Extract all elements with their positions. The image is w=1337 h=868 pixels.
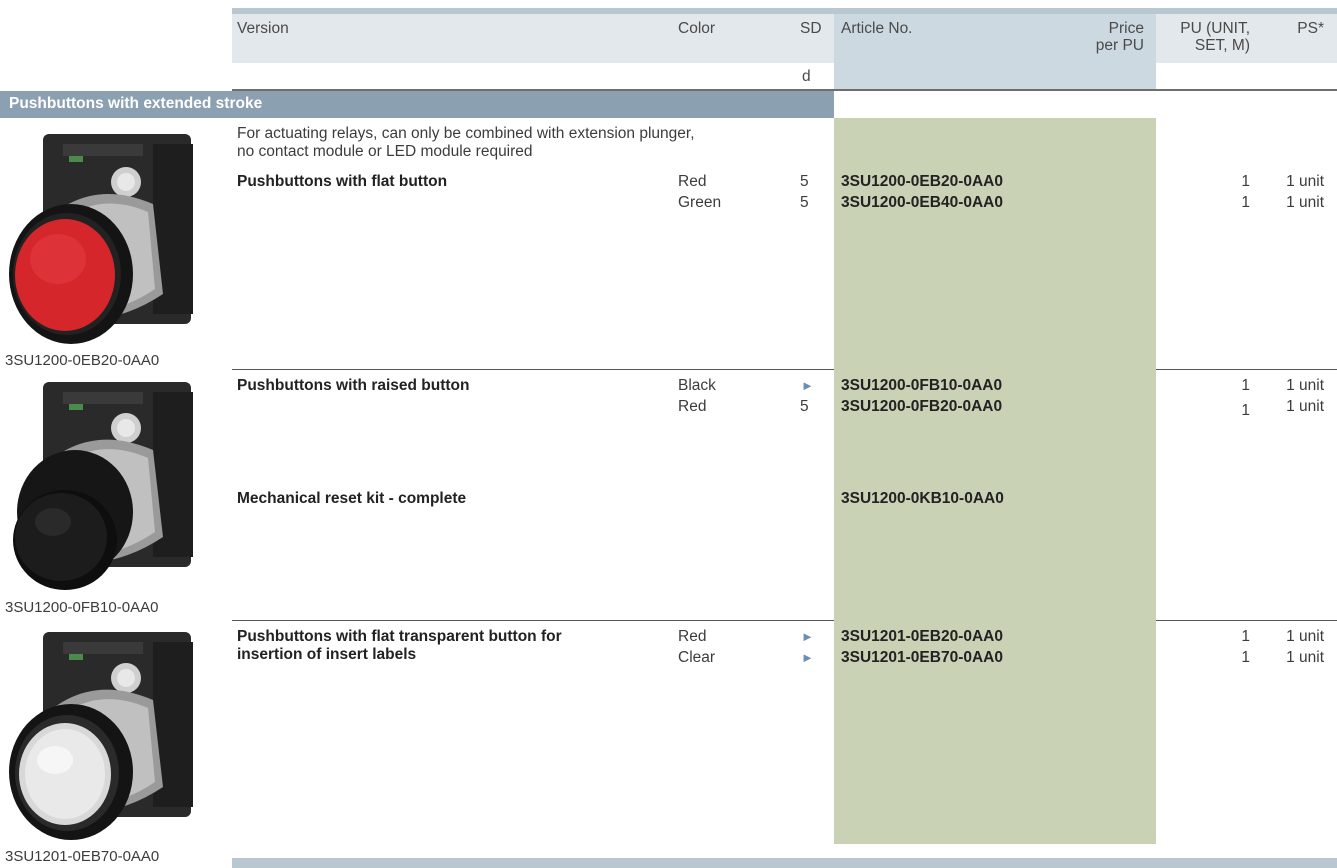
column-header-version: Version bbox=[237, 20, 289, 37]
group-label: Pushbuttons with flat button bbox=[237, 173, 448, 190]
column-header-pu: PU (UNIT, SET, M) bbox=[1180, 20, 1250, 54]
sd-arrow-icon: ► bbox=[801, 650, 814, 665]
color-cell: Red bbox=[678, 628, 707, 645]
article-number: 3SU1200-0EB20-0AA0 bbox=[841, 173, 1003, 190]
group-label: Pushbuttons with raised button bbox=[237, 377, 470, 394]
row-divider bbox=[232, 369, 834, 370]
article-number: 3SU1200-0KB10-0AA0 bbox=[841, 490, 1004, 507]
photo-caption: 3SU1201-0EB70-0AA0 bbox=[5, 848, 160, 865]
column-header-price: Price per PU bbox=[1095, 20, 1144, 54]
color-cell: Red bbox=[678, 173, 707, 190]
column-header-ps: PS* bbox=[1297, 20, 1324, 37]
color-cell: Green bbox=[678, 194, 722, 211]
article-column-background bbox=[834, 118, 1156, 844]
row-divider bbox=[1156, 369, 1337, 370]
pu-cell: 1 bbox=[1241, 402, 1250, 419]
sd-cell: 5 bbox=[800, 194, 809, 211]
red-pushbutton-image bbox=[3, 124, 198, 352]
ps-cell: 1 unit bbox=[1286, 194, 1324, 211]
column-header-sd-unit: d bbox=[802, 68, 811, 85]
color-cell: Clear bbox=[678, 649, 716, 666]
column-header-article: Article No. bbox=[841, 20, 913, 37]
article-number: 3SU1200-0FB20-0AA0 bbox=[841, 398, 1003, 415]
article-number: 3SU1201-0EB20-0AA0 bbox=[841, 628, 1003, 645]
pu-cell: 1 bbox=[1241, 628, 1250, 645]
clear-pushbutton-image bbox=[3, 622, 198, 847]
row-divider bbox=[232, 620, 834, 621]
color-cell: Black bbox=[678, 377, 716, 394]
pu-cell: 1 bbox=[1241, 649, 1250, 666]
column-header-color: Color bbox=[678, 20, 716, 37]
photo-caption: 3SU1200-0EB20-0AA0 bbox=[5, 352, 160, 369]
ps-cell: 1 unit bbox=[1286, 398, 1324, 415]
column-header-sd: SD bbox=[800, 20, 822, 37]
footer-rule bbox=[232, 858, 1337, 868]
pu-cell: 1 bbox=[1241, 194, 1250, 211]
black-pushbutton-image bbox=[3, 372, 198, 598]
sd-arrow-icon: ► bbox=[801, 378, 814, 393]
sd-cell: 5 bbox=[800, 398, 809, 415]
intro-text: For actuating relays, can only be combin… bbox=[237, 125, 695, 160]
group-label: Pushbuttons with flat transparent button… bbox=[237, 628, 562, 663]
row-divider bbox=[1156, 620, 1337, 621]
sd-arrow-icon: ► bbox=[801, 629, 814, 644]
article-number: 3SU1200-0EB40-0AA0 bbox=[841, 194, 1003, 211]
pu-cell: 1 bbox=[1241, 173, 1250, 190]
article-number: 3SU1201-0EB70-0AA0 bbox=[841, 649, 1003, 666]
section-title: Pushbuttons with extended stroke bbox=[9, 95, 263, 112]
color-cell: Red bbox=[678, 398, 707, 415]
photo-caption: 3SU1200-0FB10-0AA0 bbox=[5, 599, 159, 616]
ps-cell: 1 unit bbox=[1286, 649, 1324, 666]
article-number: 3SU1200-0FB10-0AA0 bbox=[841, 377, 1003, 394]
pu-cell: 1 bbox=[1241, 377, 1250, 394]
ps-cell: 1 unit bbox=[1286, 173, 1324, 190]
ps-cell: 1 unit bbox=[1286, 628, 1324, 645]
ps-cell: 1 unit bbox=[1286, 377, 1324, 394]
group-label: Mechanical reset kit - complete bbox=[237, 490, 467, 507]
sd-cell: 5 bbox=[800, 173, 809, 190]
header-background bbox=[232, 14, 834, 63]
